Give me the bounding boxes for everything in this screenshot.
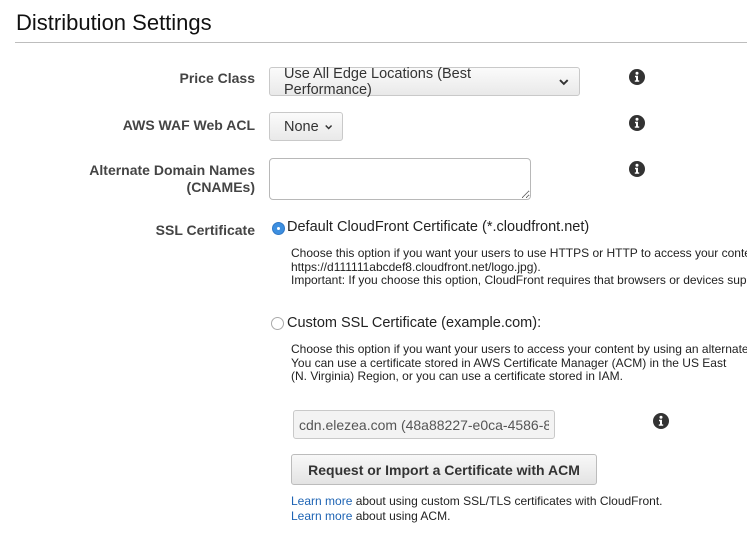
learn-more-ssl-link[interactable]: Learn more <box>291 494 352 508</box>
description-line: https://d111111abcdef8.cloudfront.net/lo… <box>291 259 541 274</box>
title-divider <box>15 42 747 43</box>
custom-certificate-radio[interactable] <box>271 317 284 330</box>
description-line: Choose this option if you want your user… <box>291 247 747 260</box>
waf-select[interactable]: None <box>269 112 343 141</box>
info-icon[interactable] <box>629 69 645 85</box>
page-title: Distribution Settings <box>16 10 212 35</box>
waf-label: AWS WAF Web ACL <box>122 117 255 133</box>
description-line: You can use a certificate stored in AWS … <box>291 355 727 370</box>
custom-certificate-description: Choose this option if you want your user… <box>291 343 747 384</box>
cnames-label-line2: (CNAMEs) <box>186 179 255 195</box>
description-line: (N. Virginia) Region, or you can use a c… <box>291 369 623 383</box>
learn-more-acm-link[interactable]: Learn more <box>291 509 352 523</box>
chevron-down-icon <box>324 124 332 130</box>
request-import-acm-button[interactable]: Request or Import a Certificate with ACM <box>291 454 597 485</box>
cnames-textarea[interactable] <box>269 158 531 200</box>
description-line: Important: If you choose this option, Cl… <box>291 273 747 287</box>
cnames-label-line1: Alternate Domain Names <box>89 162 255 178</box>
default-certificate-description: Choose this option if you want your user… <box>291 247 747 288</box>
distribution-settings-page: Distribution Settings Price Class Use Al… <box>0 0 747 547</box>
waf-value: None <box>284 118 319 135</box>
default-certificate-radio[interactable] <box>272 222 285 235</box>
learn-more-ssl: Learn more about using custom SSL/TLS ce… <box>291 494 663 508</box>
info-icon[interactable] <box>629 161 645 177</box>
learn-more-ssl-text: about using custom SSL/TLS certificates … <box>352 494 663 508</box>
custom-certificate-label[interactable]: Custom SSL Certificate (example.com): <box>287 315 541 331</box>
info-icon[interactable] <box>653 413 669 429</box>
ssl-certificate-label: SSL Certificate <box>155 222 255 238</box>
price-class-select[interactable]: Use All Edge Locations (Best Performance… <box>269 65 580 98</box>
info-icon[interactable] <box>629 115 645 131</box>
learn-more-acm-text: about using ACM. <box>352 509 451 523</box>
price-class-label: Price Class <box>179 70 256 86</box>
custom-certificate-input[interactable] <box>293 410 555 439</box>
default-certificate-label[interactable]: Default CloudFront Certificate (*.cloudf… <box>287 219 589 235</box>
chevron-down-icon <box>559 78 569 85</box>
cnames-label: Alternate Domain Names (CNAMEs) <box>89 162 255 196</box>
learn-more-acm: Learn more about using ACM. <box>291 509 450 523</box>
description-line: Choose this option if you want your user… <box>291 343 747 356</box>
price-class-value: Use All Edge Locations (Best Performance… <box>284 65 471 98</box>
